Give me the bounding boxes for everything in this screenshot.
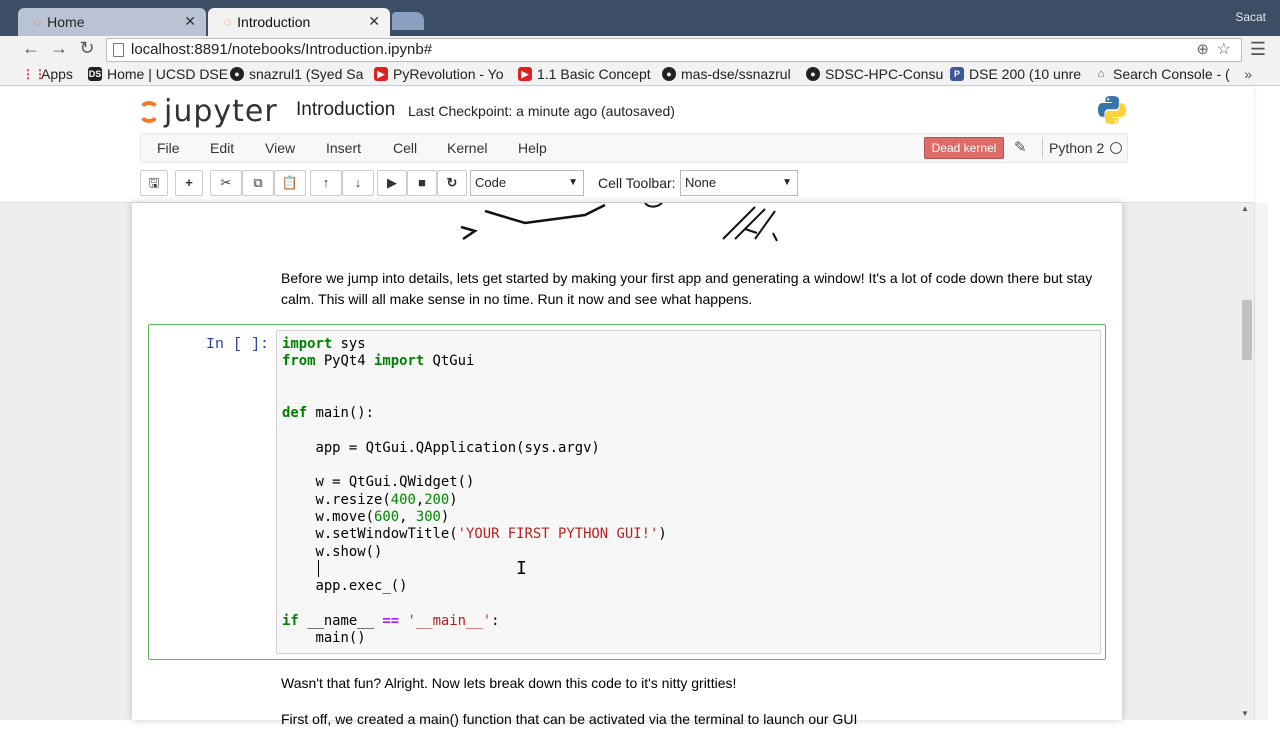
insert-cell-button[interactable]: + (175, 170, 203, 196)
move-down-button[interactable]: ↓ (342, 170, 374, 196)
ds-icon: DS (88, 67, 102, 81)
save-icon: 🖫 (148, 175, 160, 190)
scissors-icon: ✂ (220, 175, 232, 190)
browser-toolbar: ← → ↻ localhost:8891/notebooks/Introduct… (0, 36, 1280, 64)
bookmark-sdsc-hpc[interactable]: ● SDSC-HPC-Consu (806, 66, 943, 82)
jupyter-favicon-icon: ◌ (34, 15, 42, 29)
new-tab-button[interactable] (392, 12, 424, 30)
scroll-up-icon[interactable]: ▲ (1241, 204, 1249, 213)
dead-kernel-badge[interactable]: Dead kernel (924, 137, 1004, 159)
tab-label: Home (47, 14, 85, 30)
address-bar[interactable]: localhost:8891/notebooks/Introduction.ip… (106, 38, 1242, 62)
code-text[interactable]: import sys from PyQt4 import QtGui def m… (282, 336, 1095, 647)
paste-button[interactable]: 📋 (274, 170, 306, 196)
run-button[interactable]: ▶ (377, 170, 407, 196)
scrollbar-track[interactable] (1254, 203, 1268, 720)
checkpoint-status: Last Checkpoint: a minute ago (autosaved… (408, 103, 675, 119)
menu-file[interactable]: File (157, 140, 180, 156)
apps-grid-icon: ⋮⋮ (22, 67, 46, 81)
copy-button[interactable]: ⧉ (242, 170, 274, 196)
kernel-status-indicator-icon (1110, 142, 1122, 154)
save-button[interactable]: 🖫 (140, 170, 168, 196)
jupyter-logo[interactable]: jupyter (138, 94, 278, 129)
jupyter-logo-icon (138, 101, 160, 123)
browser-tab-bar: ◌ Home ✕ ◌ Introduction ✕ Sacat (0, 0, 1280, 36)
bookmark-pyrevolution[interactable]: ▶ PyRevolution - Yo (374, 66, 504, 82)
browser-menu-icon[interactable]: ☰ (1250, 39, 1266, 60)
bookmark-ucsd-dse[interactable]: DS Home | UCSD DSE (88, 66, 228, 82)
bookmark-search-console[interactable]: ⌂ Search Console - ( (1094, 66, 1230, 82)
mouse-ibeam-icon: I (516, 558, 527, 579)
scrollbar-thumb[interactable] (1242, 300, 1252, 360)
reload-icon[interactable]: ↻ (76, 38, 98, 59)
p-icon: P (950, 67, 964, 81)
menu-cell[interactable]: Cell (393, 140, 417, 156)
paste-icon: 📋 (281, 175, 299, 190)
github-icon: ● (230, 67, 244, 81)
dropdown-arrow-icon: ▼ (568, 177, 578, 188)
close-tab-icon[interactable]: ✕ (368, 13, 380, 30)
cell-toolbar-select[interactable]: None ▼ (680, 170, 798, 196)
text-cursor (318, 560, 319, 577)
arrow-up-icon: ↑ (322, 175, 330, 190)
restart-icon: ↻ (446, 175, 458, 190)
search-console-icon: ⌂ (1097, 68, 1105, 80)
plus-icon: + (185, 175, 193, 190)
intro-paragraph: Before we jump into details, lets get st… (281, 270, 1093, 307)
cut-button[interactable]: ✂ (210, 170, 242, 196)
youtube-icon: ▶ (518, 67, 532, 81)
menu-insert[interactable]: Insert (326, 140, 361, 156)
jupyter-favicon-icon: ◌ (224, 15, 232, 29)
cell-toolbar-label: Cell Toolbar: (598, 175, 676, 191)
more-bookmarks-icon[interactable]: » (1244, 66, 1252, 82)
code-editor[interactable]: import sys from PyQt4 import QtGui def m… (276, 330, 1101, 654)
interrupt-button[interactable]: ■ (407, 170, 437, 196)
bookmarks-bar: ⋮⋮ Apps DS Home | UCSD DSE ● snazrul1 (Syed… (0, 64, 1280, 86)
forward-arrow-icon[interactable]: → (48, 38, 70, 59)
bookmark-mas-dse[interactable]: ● mas-dse/ssnazrul (662, 66, 791, 82)
tab-label: Introduction (237, 14, 311, 30)
arrow-down-icon: ↓ (354, 175, 362, 190)
cell-type-select[interactable]: Code ▼ (470, 170, 584, 196)
github-icon: ● (806, 67, 820, 81)
after-paragraph: Wasn't that fun? Alright. Now lets break… (281, 675, 737, 691)
star-icon[interactable]: ☆ (1217, 39, 1231, 61)
move-up-button[interactable]: ↑ (310, 170, 342, 196)
bookmark-basic-concept[interactable]: ▶ 1.1 Basic Concept (518, 66, 651, 82)
dropdown-arrow-icon: ▼ (782, 177, 792, 188)
url-text: localhost:8891/notebooks/Introduction.ip… (131, 41, 433, 58)
notebook-name[interactable]: Introduction (296, 99, 395, 121)
menu-help[interactable]: Help (518, 140, 547, 156)
profile-name[interactable]: Sacat (1235, 10, 1266, 24)
menu-view[interactable]: View (265, 140, 295, 156)
pencil-icon[interactable]: ✎ (1014, 138, 1027, 156)
back-arrow-icon[interactable]: ← (20, 38, 42, 59)
github-icon: ● (662, 67, 676, 81)
input-prompt: In [ ]: (206, 336, 270, 353)
copy-icon: ⧉ (253, 175, 263, 190)
play-icon: ▶ (387, 175, 397, 190)
stop-icon: ■ (418, 175, 426, 190)
menu-edit[interactable]: Edit (210, 140, 234, 156)
tab-introduction[interactable]: ◌ Introduction ✕ (208, 8, 390, 36)
page-icon (113, 43, 124, 57)
python-logo-icon (1098, 96, 1126, 124)
zoom-icon[interactable]: ⊕ (1196, 39, 1209, 61)
bookmark-snazrul1[interactable]: ● snazrul1 (Syed Sa (230, 66, 363, 82)
close-tab-icon[interactable]: ✕ (184, 13, 196, 30)
bookmark-apps[interactable]: ⋮⋮ Apps (22, 66, 73, 82)
kernel-name: Python 2 (1042, 137, 1104, 159)
scroll-down-icon[interactable]: ▼ (1241, 709, 1249, 718)
tab-home[interactable]: ◌ Home ✕ (18, 8, 206, 36)
bookmark-dse-200[interactable]: P DSE 200 (10 unre (950, 66, 1081, 82)
youtube-icon: ▶ (374, 67, 388, 81)
sketch-image-fragment (460, 203, 778, 242)
restart-button[interactable]: ↻ (437, 170, 467, 196)
menu-kernel[interactable]: Kernel (447, 140, 487, 156)
